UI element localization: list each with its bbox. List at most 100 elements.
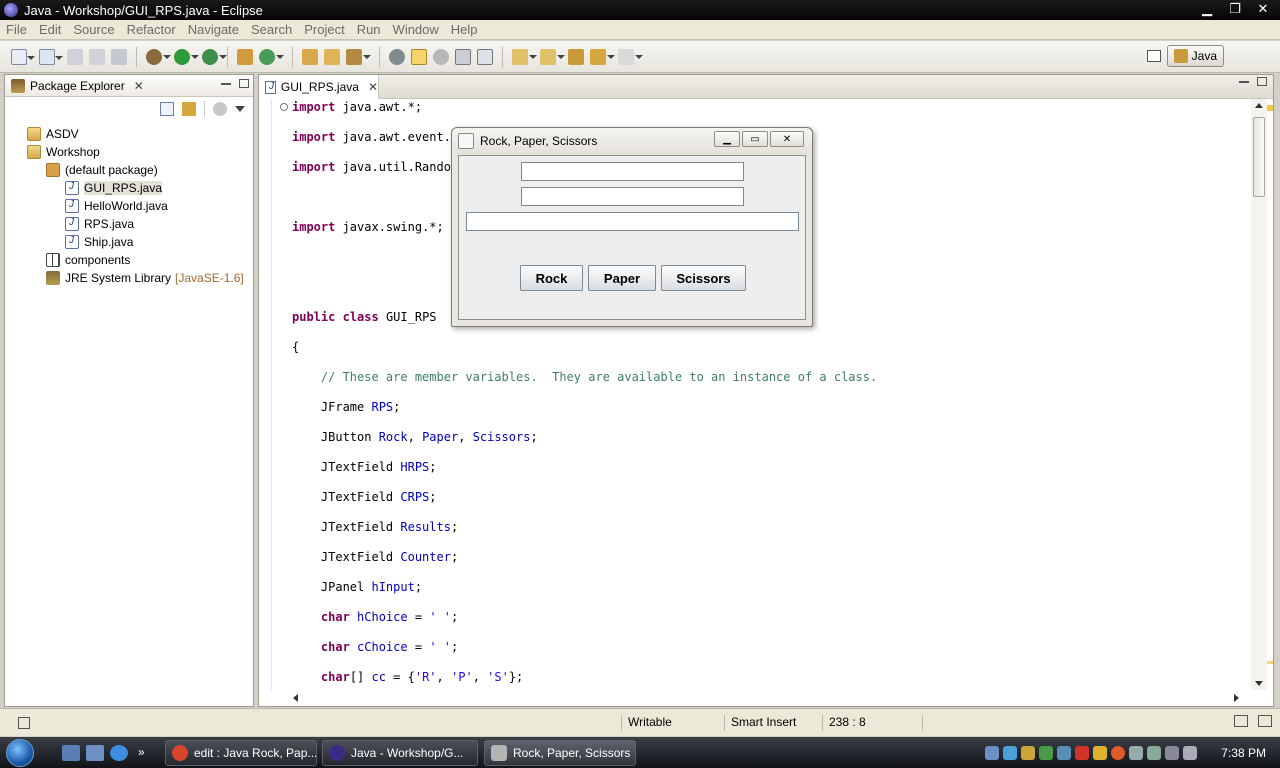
- rps-maximize-button[interactable]: ▭: [742, 131, 768, 147]
- tray-power-icon[interactable]: [1147, 745, 1162, 760]
- human-choice-field[interactable]: [521, 162, 744, 181]
- tray-app-icon[interactable]: [1075, 745, 1090, 760]
- menu-run[interactable]: Run: [351, 22, 387, 37]
- overview-marker[interactable]: [1267, 661, 1273, 664]
- print-icon[interactable]: [111, 48, 127, 65]
- toggle-breadcrumb-icon[interactable]: [389, 48, 405, 65]
- editor-tab-gui-rps[interactable]: GUI_RPS.java ✕: [259, 75, 379, 99]
- show-source-icon[interactable]: [455, 48, 471, 65]
- focus-on-task-icon[interactable]: [213, 102, 227, 116]
- next-annotation-icon[interactable]: [512, 48, 537, 65]
- scroll-down-icon[interactable]: [1255, 681, 1263, 686]
- vertical-scrollbar[interactable]: [1251, 99, 1267, 690]
- java-perspective-button[interactable]: Java: [1166, 45, 1224, 67]
- tree-item[interactable]: RPS.java: [5, 215, 253, 233]
- tree-item[interactable]: JRE System Library [JavaSE-1.6]: [5, 269, 253, 287]
- previous-annotation-icon[interactable]: [540, 48, 565, 65]
- menu-refactor[interactable]: Refactor: [121, 22, 182, 37]
- tray-device-icon[interactable]: [1129, 745, 1144, 760]
- rps-close-button[interactable]: ✕: [770, 131, 804, 147]
- tray-app-icon[interactable]: [1111, 745, 1126, 760]
- computer-choice-field[interactable]: [521, 187, 744, 206]
- forward-icon[interactable]: [618, 48, 643, 65]
- menu-source[interactable]: Source: [67, 22, 120, 37]
- overview-marker[interactable]: [1267, 105, 1273, 111]
- tray-app-icon[interactable]: [1039, 745, 1054, 760]
- tray-app-icon[interactable]: [1093, 745, 1108, 760]
- tray-network-icon[interactable]: [985, 745, 1000, 760]
- scroll-thumb[interactable]: [1253, 117, 1265, 197]
- debug-icon[interactable]: [146, 48, 171, 65]
- save-all-icon[interactable]: [89, 48, 105, 65]
- tree-item[interactable]: GUI_RPS.java: [5, 179, 253, 197]
- overview-ruler[interactable]: [1267, 99, 1273, 690]
- start-button[interactable]: [0, 737, 40, 768]
- open-type-icon[interactable]: [302, 48, 318, 65]
- menu-edit[interactable]: Edit: [33, 22, 67, 37]
- menu-search[interactable]: Search: [245, 22, 298, 37]
- menu-navigate[interactable]: Navigate: [182, 22, 245, 37]
- rock-button[interactable]: Rock: [520, 265, 583, 291]
- block-selection-icon[interactable]: [433, 48, 449, 65]
- external-tools-icon[interactable]: [202, 48, 227, 65]
- new-java-class-icon[interactable]: [259, 48, 284, 65]
- minimize-view-icon[interactable]: [221, 82, 231, 85]
- collapse-all-icon[interactable]: [160, 102, 174, 116]
- package-explorer-tab[interactable]: Package Explorer ✕: [5, 78, 144, 93]
- minimize-editor-icon[interactable]: [1239, 80, 1249, 83]
- save-icon[interactable]: [67, 48, 83, 65]
- close-icon[interactable]: ✕: [134, 79, 144, 93]
- close-window-button[interactable]: ✕: [1250, 0, 1276, 18]
- tray-volume-icon[interactable]: [1183, 745, 1198, 760]
- taskbar-item-rps[interactable]: Rock, Paper, Scissors: [484, 740, 636, 766]
- internet-explorer-icon[interactable]: [110, 744, 128, 761]
- close-icon[interactable]: ✕: [368, 80, 378, 94]
- tray-network-icon[interactable]: [1165, 745, 1180, 760]
- show-whitespace-icon[interactable]: [477, 48, 493, 65]
- taskbar-item-eclipse[interactable]: Java - Workshop/G...: [322, 740, 478, 766]
- menu-help[interactable]: Help: [445, 22, 484, 37]
- minimize-window-button[interactable]: ▁: [1194, 0, 1220, 18]
- menu-project[interactable]: Project: [298, 22, 350, 37]
- maximize-view-icon[interactable]: [239, 79, 249, 88]
- back-icon[interactable]: [590, 48, 615, 65]
- tray-app-icon[interactable]: [1003, 745, 1018, 760]
- horizontal-scrollbar[interactable]: [289, 692, 1243, 704]
- scroll-up-icon[interactable]: [1255, 103, 1263, 108]
- taskbar-clock[interactable]: 7:38 PM: [1221, 746, 1266, 760]
- tree-item[interactable]: (default package): [5, 161, 253, 179]
- tray-app-icon[interactable]: [1021, 745, 1036, 760]
- scroll-right-icon[interactable]: [1234, 694, 1239, 702]
- menu-window[interactable]: Window: [387, 22, 445, 37]
- more-quicklaunch-icon[interactable]: »: [138, 745, 145, 761]
- run-icon[interactable]: [174, 48, 199, 65]
- tree-item[interactable]: Ship.java: [5, 233, 253, 251]
- scissors-button[interactable]: Scissors: [661, 265, 746, 291]
- rps-minimize-button[interactable]: ▁: [714, 131, 740, 147]
- explorer-icon[interactable]: [86, 744, 104, 761]
- open-perspective-icon[interactable]: [1146, 50, 1161, 62]
- tree-item[interactable]: ASDV: [5, 125, 253, 143]
- taskbar-item-browser[interactable]: edit : Java Rock, Pap...: [165, 740, 317, 766]
- maximize-editor-icon[interactable]: [1257, 77, 1267, 86]
- new-package-icon[interactable]: [39, 48, 63, 65]
- new-icon[interactable]: [11, 48, 35, 65]
- tray-app-icon[interactable]: [1057, 745, 1072, 760]
- mark-occurrences-icon[interactable]: [411, 48, 427, 65]
- fast-view-icon[interactable]: [18, 717, 30, 729]
- show-desktop-icon[interactable]: [62, 744, 80, 761]
- maximize-window-button[interactable]: ❐: [1222, 0, 1248, 18]
- console-icon[interactable]: [1258, 715, 1272, 727]
- menu-file[interactable]: File: [0, 22, 33, 37]
- tree-item[interactable]: Workshop: [5, 143, 253, 161]
- last-edit-location-icon[interactable]: [568, 48, 584, 65]
- tree-item[interactable]: components: [5, 251, 253, 269]
- scroll-left-icon[interactable]: [293, 694, 298, 702]
- rps-title-bar[interactable]: Rock, Paper, Scissors ▁ ▭ ✕: [452, 128, 812, 154]
- link-with-editor-icon[interactable]: [182, 102, 196, 116]
- new-java-project-icon[interactable]: [237, 48, 253, 65]
- search-icon[interactable]: [346, 48, 371, 65]
- view-menu-icon[interactable]: [235, 106, 245, 112]
- open-folder-icon[interactable]: [324, 48, 340, 65]
- restore-view-icon[interactable]: [1234, 715, 1248, 727]
